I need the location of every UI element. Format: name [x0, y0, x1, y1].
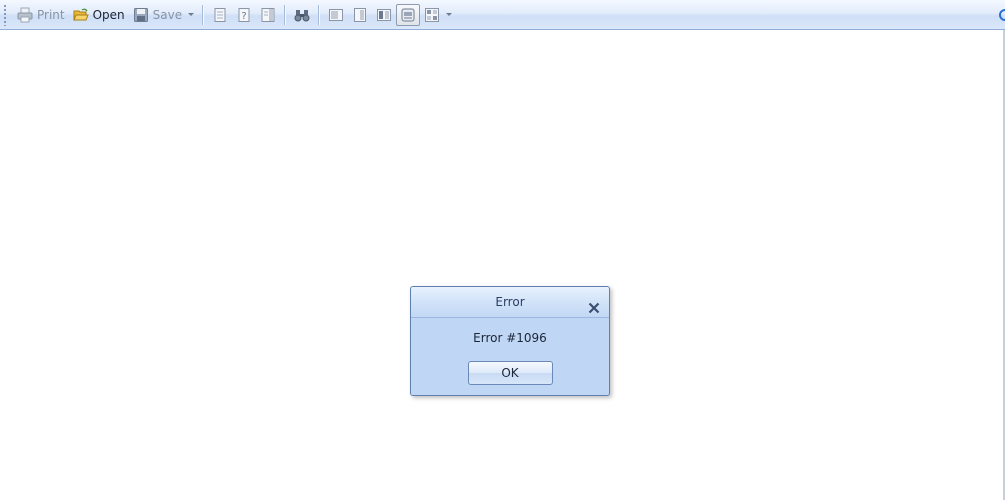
layout-grid-button[interactable] — [420, 4, 456, 26]
page-columns-button[interactable] — [256, 4, 280, 26]
ok-button[interactable]: OK — [467, 361, 553, 385]
dialog-body: Error #1096 OK — [411, 318, 609, 395]
toolbar-separator — [202, 4, 205, 25]
print-icon — [17, 7, 33, 23]
save-button[interactable]: Save — [129, 4, 198, 26]
find-button[interactable] — [290, 4, 314, 26]
chevron-down-icon[interactable] — [188, 13, 195, 16]
dialog-titlebar[interactable]: Error — [411, 287, 609, 318]
help-page-icon: ? — [236, 7, 252, 23]
open-label: Open — [92, 7, 125, 22]
toolbar-separator — [318, 4, 321, 25]
close-icon[interactable] — [588, 295, 600, 314]
error-message: Error #1096 — [473, 331, 547, 345]
print-button[interactable]: Print — [13, 4, 69, 26]
page-columns-icon — [260, 7, 276, 23]
view-printer-button[interactable] — [396, 3, 421, 26]
layout-grid-icon — [424, 7, 440, 23]
svg-text:?: ? — [241, 11, 246, 22]
view-page-button[interactable] — [348, 4, 372, 26]
info-icon[interactable] — [999, 9, 1005, 21]
find-binoculars-icon — [294, 7, 310, 23]
toolbar: Print Open Save ? — [0, 0, 1005, 30]
view-printer-icon — [400, 7, 416, 23]
save-label: Save — [152, 7, 183, 22]
save-icon — [133, 7, 149, 23]
dialog-title: Error — [495, 295, 525, 309]
view-facing-icon — [376, 7, 392, 23]
open-folder-icon — [72, 7, 89, 23]
view-left-button[interactable] — [324, 4, 348, 26]
view-page-icon — [352, 7, 368, 23]
chevron-down-icon[interactable] — [446, 13, 453, 16]
toolbar-grip[interactable] — [3, 3, 7, 26]
single-page-icon — [212, 7, 228, 23]
view-facing-button[interactable] — [372, 4, 396, 26]
view-left-icon — [328, 7, 344, 23]
error-dialog: Error Error #1096 OK — [410, 286, 610, 396]
single-page-button[interactable] — [208, 4, 232, 26]
toolbar-separator — [284, 4, 287, 25]
print-label: Print — [37, 7, 65, 22]
app-window: Print Open Save ? Error Error #1096 OK — [0, 0, 1005, 500]
open-button[interactable]: Open — [69, 4, 129, 26]
help-page-button[interactable]: ? — [232, 4, 256, 26]
